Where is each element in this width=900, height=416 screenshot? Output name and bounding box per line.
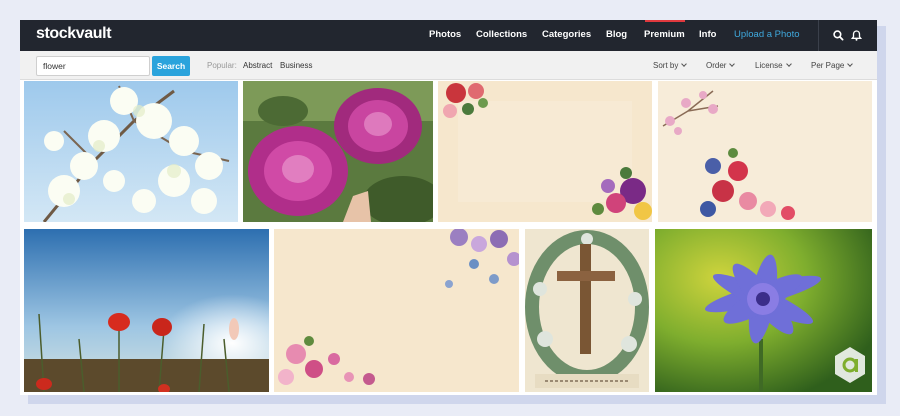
- red-poppies-image: [24, 229, 269, 392]
- chevron-down-icon: [847, 61, 854, 67]
- chevron-down-icon: [785, 61, 792, 67]
- nav-collections[interactable]: Collections: [476, 29, 527, 40]
- search-toolbar: Search Popular: Abstract Business Sort b…: [20, 51, 877, 80]
- photo-vintage-floral-corners[interactable]: [438, 81, 652, 222]
- photo-purple-cornflower[interactable]: [655, 229, 872, 392]
- vintage-pink-branch-image: [658, 81, 872, 222]
- license-label: License: [755, 61, 783, 70]
- bell-icon[interactable]: [850, 29, 863, 42]
- cherry-blossom-image: [24, 81, 238, 222]
- top-nav-bar: stockvault Photos Collections Categories…: [20, 20, 877, 51]
- vintage-easter-cross-image: [525, 229, 649, 392]
- popular-link-business[interactable]: Business: [280, 61, 312, 70]
- nav-premium[interactable]: Premium: [644, 29, 685, 40]
- nav-blog[interactable]: Blog: [606, 29, 627, 40]
- sort-by-label: Sort by: [653, 61, 679, 70]
- per-page-label: Per Page: [811, 61, 845, 70]
- pink-roses-image: [243, 81, 433, 222]
- search-input[interactable]: [36, 56, 150, 76]
- browser-window: stockvault Photos Collections Categories…: [20, 20, 877, 395]
- photo-vintage-easter-cross[interactable]: [525, 229, 649, 392]
- license-dropdown[interactable]: License: [755, 61, 792, 70]
- vintage-floral-pink-image: [274, 229, 519, 392]
- stockvault-logo[interactable]: stockvault: [36, 25, 112, 43]
- sort-by-dropdown[interactable]: Sort by: [653, 61, 688, 70]
- order-dropdown[interactable]: Order: [706, 61, 736, 70]
- photo-vintage-floral-pink[interactable]: [274, 229, 519, 392]
- vintage-floral-corners-image: [438, 81, 652, 222]
- photo-red-poppies[interactable]: [24, 229, 269, 392]
- chevron-down-icon: [729, 61, 736, 67]
- nav-upload-photo[interactable]: Upload a Photo: [734, 29, 800, 40]
- search-icon[interactable]: [832, 29, 845, 42]
- nav-photos[interactable]: Photos: [429, 29, 461, 40]
- nav-info[interactable]: Info: [699, 29, 716, 40]
- per-page-dropdown[interactable]: Per Page: [811, 61, 854, 70]
- purple-cornflower-image: [655, 229, 872, 392]
- search-button[interactable]: Search: [152, 56, 190, 76]
- nav-divider: [818, 20, 819, 51]
- photo-cherry-blossom[interactable]: [24, 81, 238, 222]
- premium-indicator: [645, 20, 685, 22]
- order-label: Order: [706, 61, 727, 70]
- nav-categories[interactable]: Categories: [542, 29, 591, 40]
- popular-label: Popular:: [207, 61, 237, 70]
- photo-pink-roses[interactable]: [243, 81, 433, 222]
- chevron-down-icon: [681, 61, 688, 67]
- popular-link-abstract[interactable]: Abstract: [243, 61, 272, 70]
- photo-vintage-pink-branch[interactable]: [658, 81, 872, 222]
